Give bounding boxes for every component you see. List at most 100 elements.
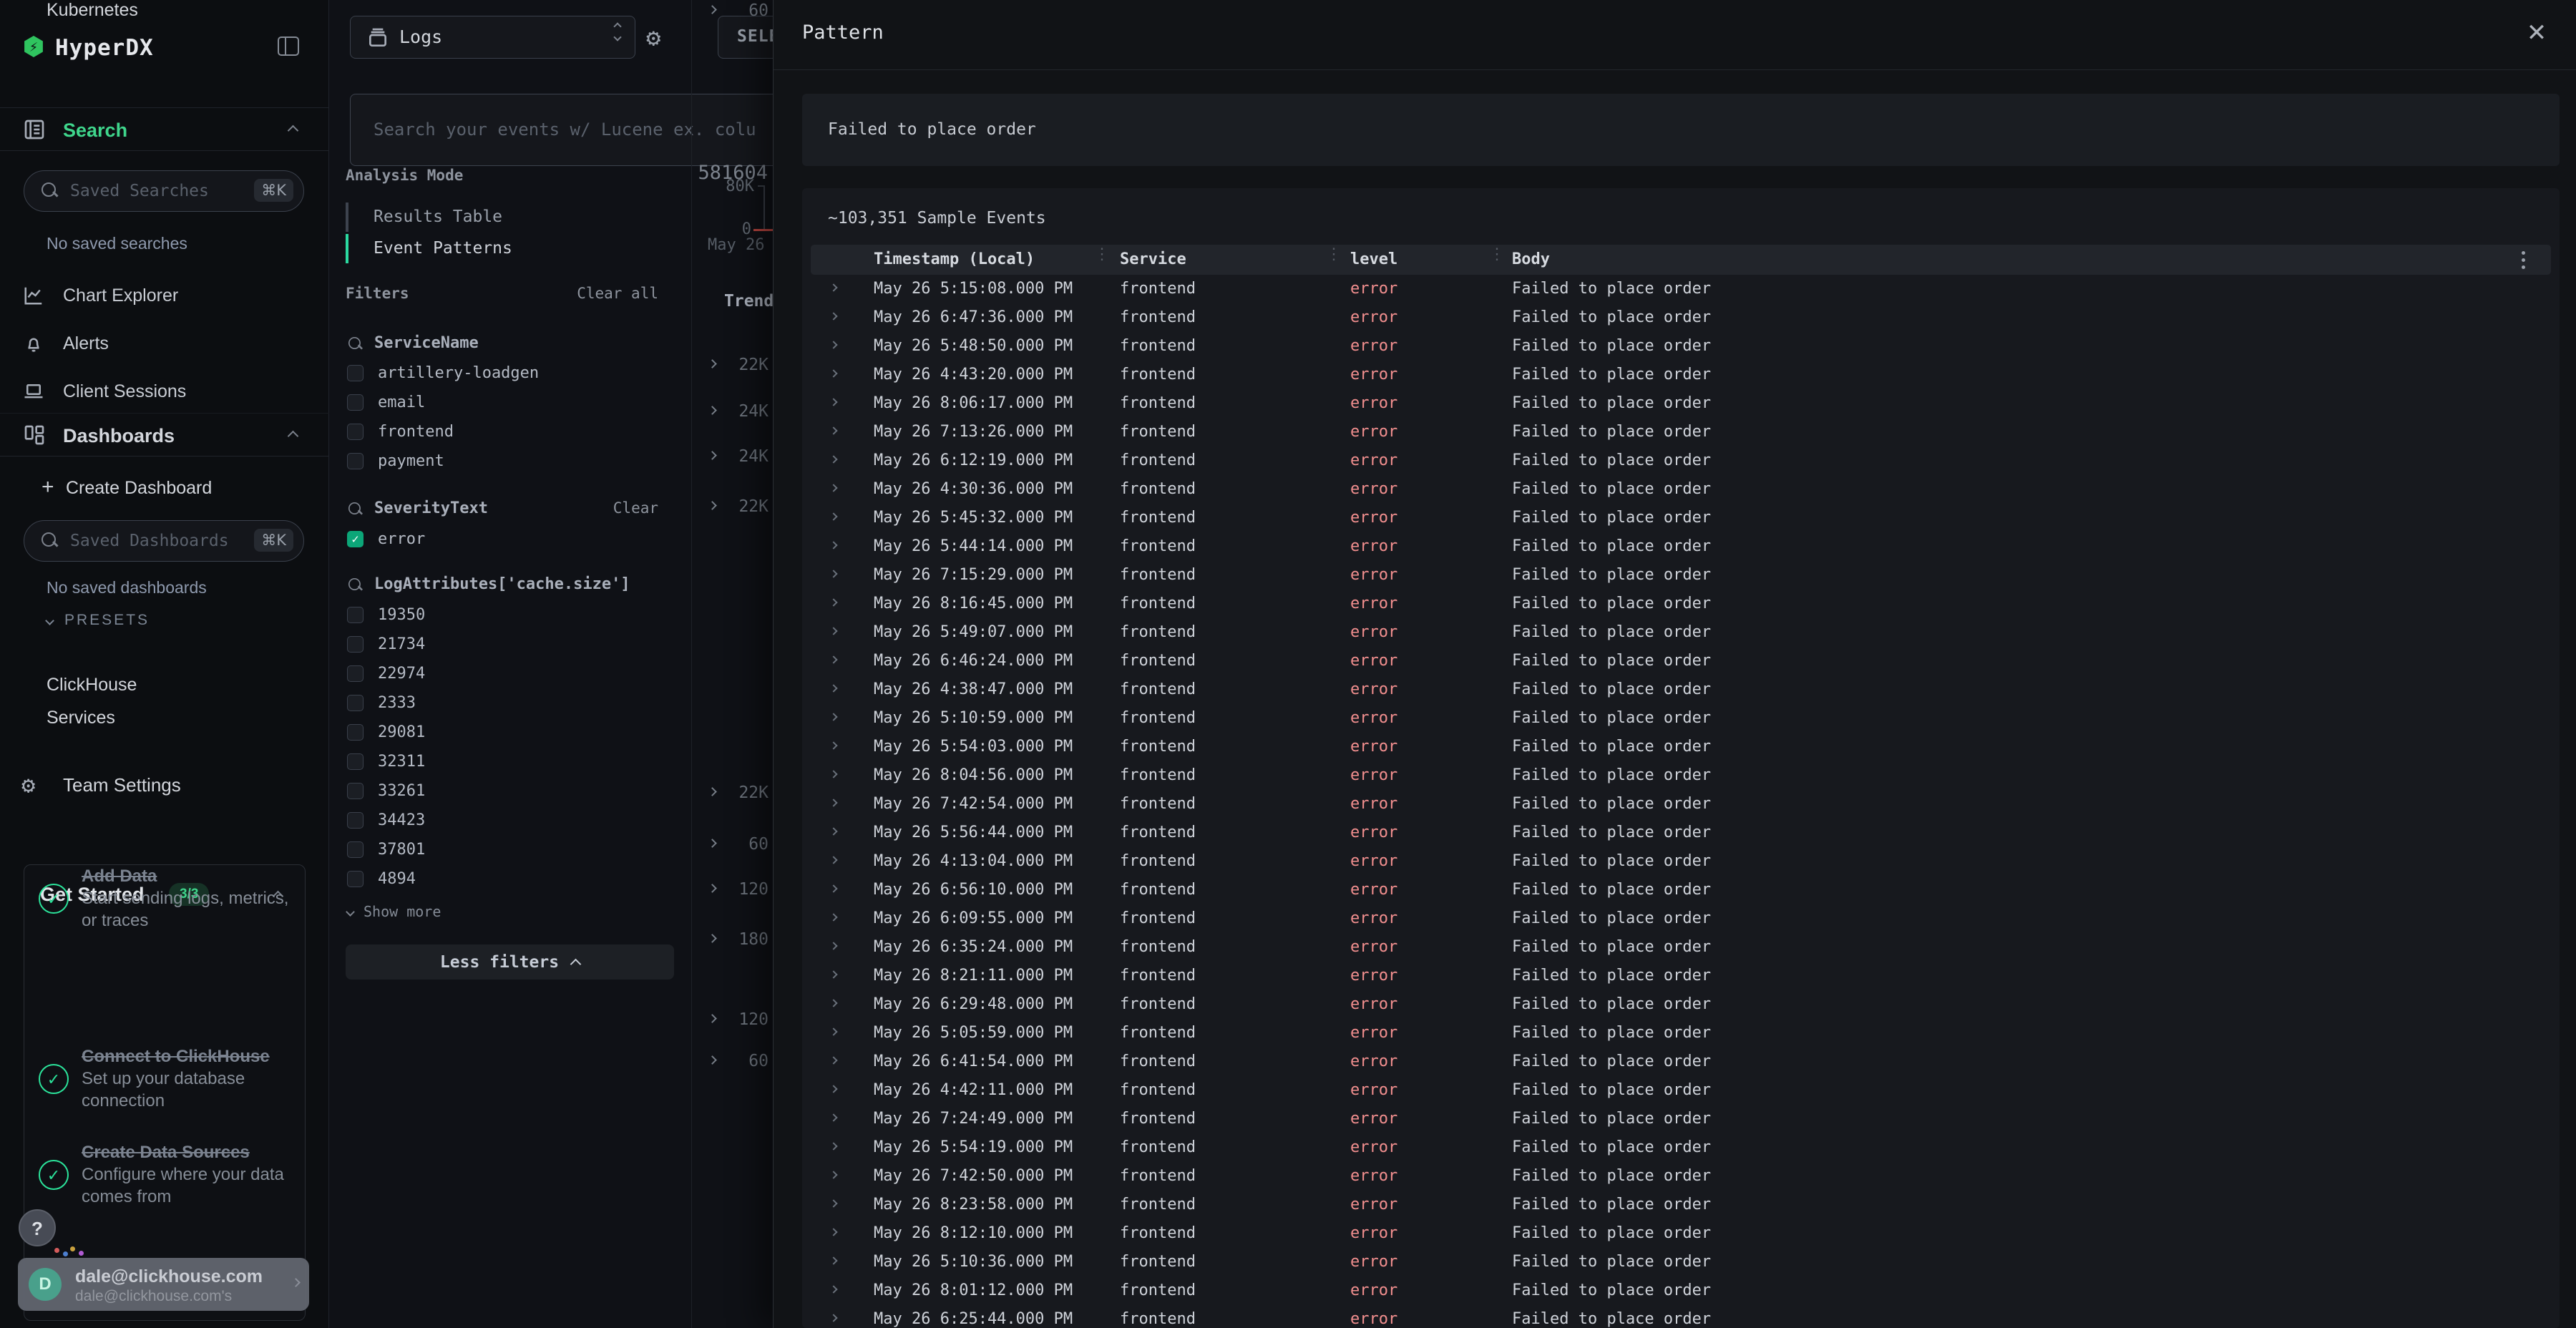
clear-severity-button[interactable]: Clear (613, 499, 658, 517)
filter-checkbox-item[interactable]: artillery-loadgen (340, 358, 655, 388)
filter-checkbox-item[interactable]: email (340, 388, 655, 417)
column-service[interactable]: Service (1120, 250, 1186, 268)
event-row[interactable]: May 26 4:30:36.000 PM frontend error Fai… (811, 475, 2551, 504)
checkbox[interactable] (347, 394, 364, 411)
checkbox[interactable] (347, 424, 364, 440)
show-more-toggle[interactable]: Show more (347, 901, 441, 922)
pattern-row[interactable]: 24K (692, 401, 774, 424)
event-row[interactable]: May 26 4:43:20.000 PM frontend error Fai… (811, 361, 2551, 389)
event-row[interactable]: May 26 7:24:49.000 PM frontend error Fai… (811, 1105, 2551, 1133)
event-row[interactable]: May 26 5:54:03.000 PM frontend error Fai… (811, 733, 2551, 761)
event-row[interactable]: May 26 8:23:58.000 PM frontend error Fai… (811, 1191, 2551, 1219)
checkbox[interactable] (347, 365, 364, 381)
event-row[interactable]: May 26 5:44:14.000 PM frontend error Fai… (811, 532, 2551, 561)
column-body[interactable]: Body (1512, 250, 1550, 268)
preset-dashboard-link[interactable]: Services (47, 708, 115, 732)
pattern-row[interactable]: 180 (692, 929, 774, 952)
event-row[interactable]: May 26 4:42:11.000 PM frontend error Fai… (811, 1076, 2551, 1105)
event-row[interactable]: May 26 6:56:10.000 PM frontend error Fai… (811, 876, 2551, 904)
pattern-row[interactable]: 120 (692, 879, 774, 902)
sidebar-collapse-icon[interactable] (278, 36, 299, 56)
column-resize-handle[interactable]: ⋮ (1094, 249, 1100, 270)
event-row[interactable]: May 26 5:05:59.000 PM frontend error Fai… (811, 1019, 2551, 1048)
sidebar-section-dashboards[interactable]: Dashboards (0, 413, 329, 456)
event-row[interactable]: May 26 8:16:45.000 PM frontend error Fai… (811, 590, 2551, 618)
event-row[interactable]: May 26 5:49:07.000 PM frontend error Fai… (811, 618, 2551, 647)
checkbox[interactable] (347, 871, 364, 887)
checkbox[interactable] (347, 695, 364, 711)
user-menu[interactable]: D dale@clickhouse.com dale@clickhouse.co… (18, 1258, 309, 1311)
saved-searches-input[interactable]: Saved Searches ⌘K (24, 170, 304, 212)
clear-all-button[interactable]: Clear all (577, 285, 658, 302)
filter-checkbox-item[interactable]: 19350 (340, 600, 655, 630)
checkbox[interactable] (347, 607, 364, 623)
checkbox-checked[interactable]: ✓ (347, 531, 364, 547)
checkbox[interactable] (347, 841, 364, 858)
sidebar-item-alerts[interactable]: Alerts (0, 326, 329, 366)
checkbox[interactable] (347, 636, 364, 653)
help-button[interactable]: ? (19, 1209, 56, 1246)
sidebar-item-chart-explorer[interactable]: Chart Explorer (0, 278, 329, 318)
presets-toggle[interactable]: PRESETS (47, 610, 150, 631)
event-row[interactable]: May 26 8:12:10.000 PM frontend error Fai… (811, 1219, 2551, 1248)
filter-checkbox-item[interactable]: 33261 (340, 776, 655, 806)
event-row[interactable]: May 26 5:56:44.000 PM frontend error Fai… (811, 819, 2551, 847)
event-row[interactable]: May 26 5:10:36.000 PM frontend error Fai… (811, 1248, 2551, 1276)
get-started-item[interactable]: ✓ Connect to ClickHouse Set up your data… (39, 1045, 289, 1112)
mode-event-patterns[interactable]: Event Patterns (346, 234, 646, 263)
pattern-row[interactable]: 120 (692, 1009, 774, 1032)
event-row[interactable]: May 26 5:15:08.000 PM frontend error Fai… (811, 275, 2551, 303)
pattern-row[interactable]: 60 (692, 1050, 774, 1073)
pattern-row[interactable]: 60 (692, 0, 774, 23)
filter-checkbox-item[interactable]: frontend (340, 417, 655, 446)
get-started-item[interactable]: ✓ Add Data Start sending logs, metrics, … (39, 865, 289, 932)
filter-checkbox-item[interactable]: 29081 (340, 718, 655, 747)
checkbox[interactable] (347, 783, 364, 799)
event-row[interactable]: May 26 5:10:59.000 PM frontend error Fai… (811, 704, 2551, 733)
event-row[interactable]: May 26 6:35:24.000 PM frontend error Fai… (811, 933, 2551, 962)
filter-checkbox-item[interactable]: 32311 (340, 747, 655, 776)
search-icon[interactable] (348, 337, 364, 353)
checkbox[interactable] (347, 812, 364, 829)
close-icon[interactable]: ✕ (2522, 19, 2551, 47)
event-row[interactable]: May 26 7:13:26.000 PM frontend error Fai… (811, 418, 2551, 446)
get-started-item[interactable]: ✓ Create Data Sources Configure where yo… (39, 1141, 289, 1208)
filter-checkbox-item[interactable]: 34423 (340, 806, 655, 835)
checkbox[interactable] (347, 724, 364, 741)
event-row[interactable]: May 26 6:09:55.000 PM frontend error Fai… (811, 904, 2551, 933)
source-settings-gear-icon[interactable]: ⚙ (646, 24, 660, 52)
filter-checkbox-item[interactable]: 37801 (340, 835, 655, 864)
create-dashboard-button[interactable]: + Create Dashboard (0, 474, 329, 505)
search-icon[interactable] (348, 502, 364, 518)
checkbox[interactable] (347, 753, 364, 770)
event-row[interactable]: May 26 5:54:19.000 PM frontend error Fai… (811, 1133, 2551, 1162)
event-row[interactable]: May 26 4:13:04.000 PM frontend error Fai… (811, 847, 2551, 876)
preset-dashboard-link[interactable]: Kubernetes (47, 0, 138, 24)
source-select[interactable]: Logs (350, 16, 635, 59)
event-row[interactable]: May 26 7:15:29.000 PM frontend error Fai… (811, 561, 2551, 590)
pattern-row[interactable]: 22K (692, 354, 774, 377)
column-timestamp[interactable]: Timestamp (Local) (874, 250, 1035, 268)
table-options-kebab-icon[interactable] (2522, 251, 2525, 269)
preset-dashboard-link[interactable]: ClickHouse (47, 675, 137, 699)
filter-checkbox-item[interactable]: 2333 (340, 688, 655, 718)
event-row[interactable]: May 26 5:45:32.000 PM frontend error Fai… (811, 504, 2551, 532)
event-row[interactable]: May 26 8:04:56.000 PM frontend error Fai… (811, 761, 2551, 790)
sidebar-section-search[interactable]: Search (0, 107, 329, 151)
filter-checkbox-item[interactable]: 21734 (340, 630, 655, 659)
pattern-row[interactable]: 24K (692, 446, 774, 469)
filter-checkbox-item[interactable]: ✓ error (340, 524, 655, 554)
event-row[interactable]: May 26 8:06:17.000 PM frontend error Fai… (811, 389, 2551, 418)
event-row[interactable]: May 26 6:47:36.000 PM frontend error Fai… (811, 303, 2551, 332)
event-row[interactable]: May 26 6:41:54.000 PM frontend error Fai… (811, 1048, 2551, 1076)
less-filters-button[interactable]: Less filters (346, 944, 674, 980)
event-row[interactable]: May 26 6:12:19.000 PM frontend error Fai… (811, 446, 2551, 475)
column-resize-handle[interactable]: ⋮ (1326, 249, 1332, 270)
mode-results-table[interactable]: Results Table (346, 202, 646, 232)
event-row[interactable]: May 26 5:48:50.000 PM frontend error Fai… (811, 332, 2551, 361)
event-row[interactable]: May 26 7:42:54.000 PM frontend error Fai… (811, 790, 2551, 819)
column-resize-handle[interactable]: ⋮ (1489, 249, 1495, 270)
column-level[interactable]: level (1350, 250, 1397, 268)
filter-checkbox-item[interactable]: 22974 (340, 659, 655, 688)
pattern-row[interactable]: 22K (692, 496, 774, 519)
